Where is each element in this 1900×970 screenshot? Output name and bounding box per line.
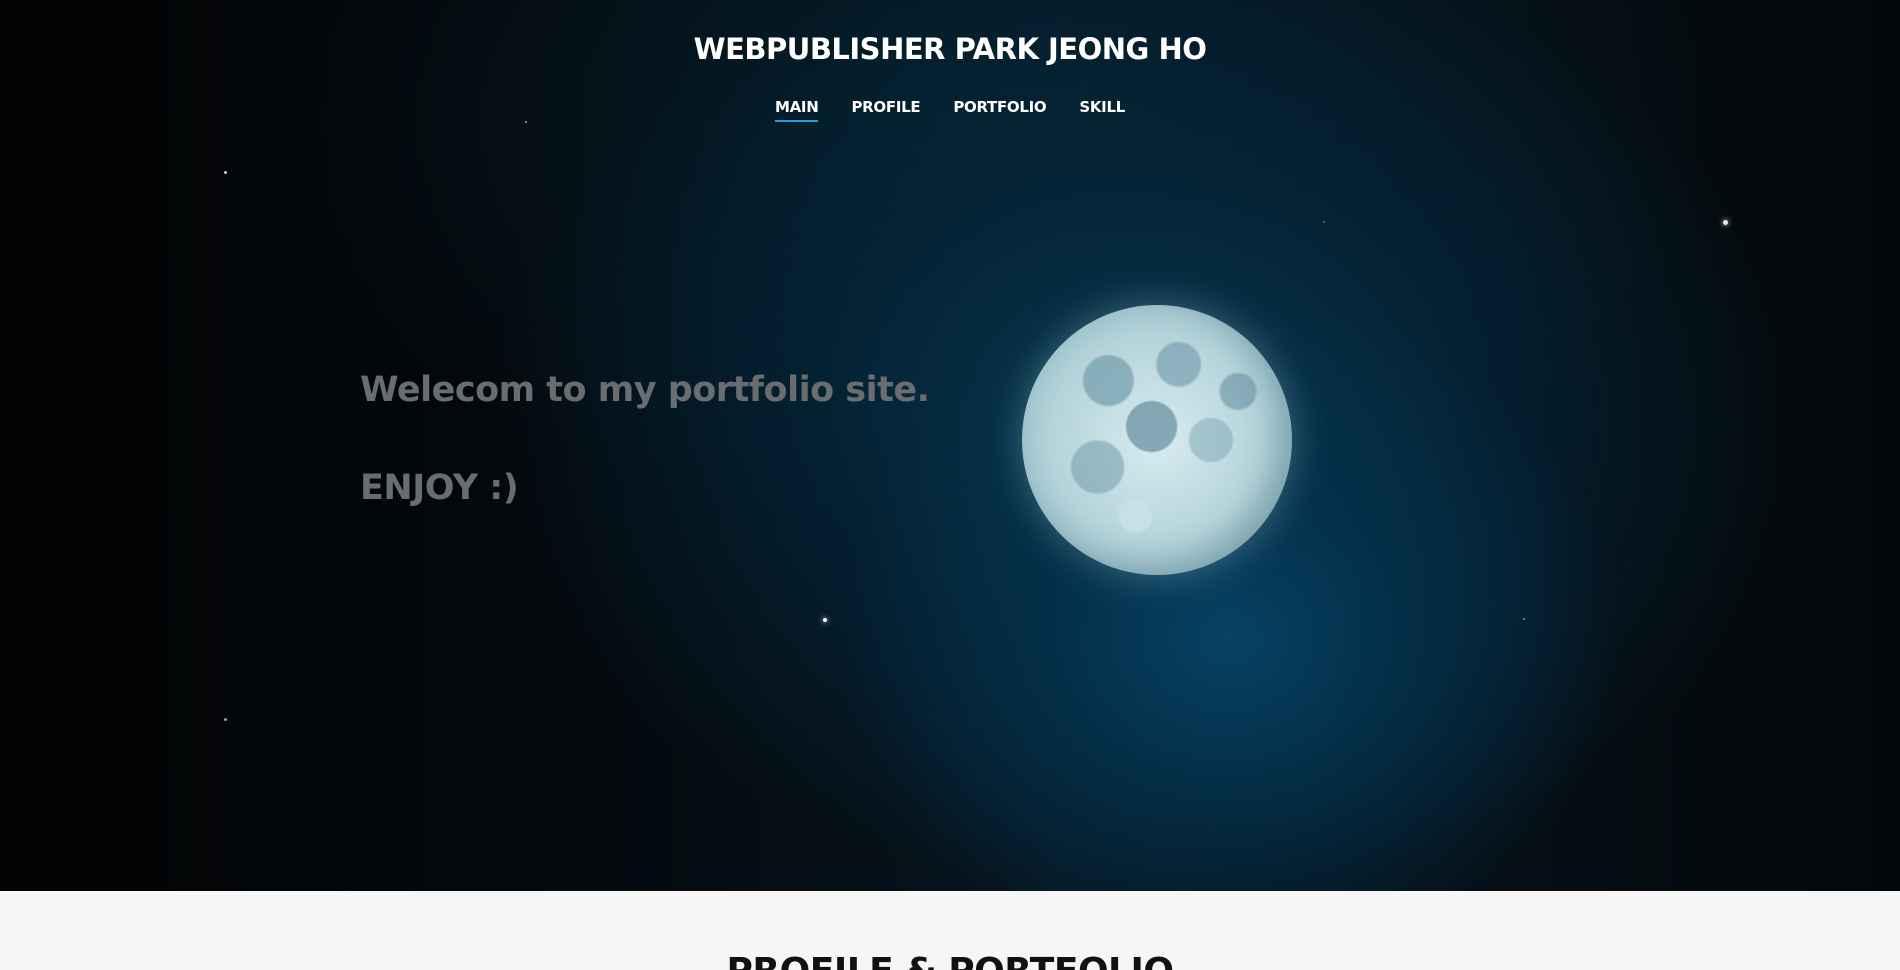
welcome-text: Welecom to my portfolio site.: [360, 370, 930, 410]
star: [224, 718, 227, 721]
enjoy-text: ENJOY :): [360, 468, 519, 508]
star: [1323, 221, 1325, 223]
star: [224, 171, 227, 174]
profile-portfolio-section: PROFILE & PORTFOLIO: [0, 891, 1900, 970]
site-title[interactable]: WEBPUBLISHER PARK JEONG HO: [0, 32, 1900, 66]
main-nav: MAIN PROFILE PORTFOLIO SKILL: [0, 98, 1900, 122]
hero-section: WEBPUBLISHER PARK JEONG HO MAIN PROFILE …: [0, 0, 1900, 891]
nav-item-portfolio[interactable]: PORTFOLIO: [953, 98, 1046, 122]
nav-item-skill[interactable]: SKILL: [1079, 98, 1125, 122]
star: [823, 618, 827, 622]
nav-item-profile[interactable]: PROFILE: [851, 98, 920, 122]
nav-item-main[interactable]: MAIN: [775, 98, 819, 122]
star: [1723, 220, 1728, 225]
star: [1523, 618, 1525, 620]
moon-image: [1022, 305, 1292, 575]
section-heading: PROFILE & PORTFOLIO: [0, 951, 1900, 970]
